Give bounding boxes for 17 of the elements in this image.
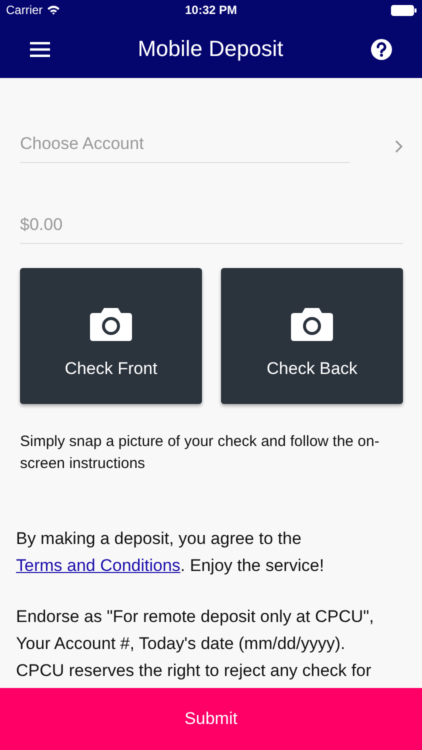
agreement-text: By making a deposit, you agree to the Terms and Conditions. Enjoy the service! xyxy=(16,528,326,577)
terms-link[interactable]: Terms and Conditions xyxy=(16,556,180,575)
menu-icon[interactable] xyxy=(30,42,50,56)
clock-time: 10:32 PM xyxy=(184,3,238,17)
instructions-text: Simply snap a picture of your check and follow the on-screen instructions xyxy=(20,432,380,474)
help-icon[interactable] xyxy=(370,38,392,60)
battery-icon xyxy=(391,4,417,16)
account-selector[interactable]: Choose Account xyxy=(20,130,350,163)
submit-button[interactable]: Submit xyxy=(0,688,422,750)
endorsement-text: Endorse as "For remote deposit only at CPCU", Your Account #, Today's date (mm/dd/yyyy). CPCU reserves the right to reject any check for xyxy=(16,606,375,682)
capture-button[interactable]: Check Front xyxy=(20,268,202,404)
chevron-icon[interactable] xyxy=(395,140,403,153)
capture-button[interactable]: Check Back xyxy=(221,268,403,404)
amount-field[interactable]: $0.00 xyxy=(20,211,403,244)
page-title: Mobile Deposit xyxy=(138,36,284,62)
carrier-name: Carrier xyxy=(6,3,43,17)
wifi-icon xyxy=(46,5,60,15)
